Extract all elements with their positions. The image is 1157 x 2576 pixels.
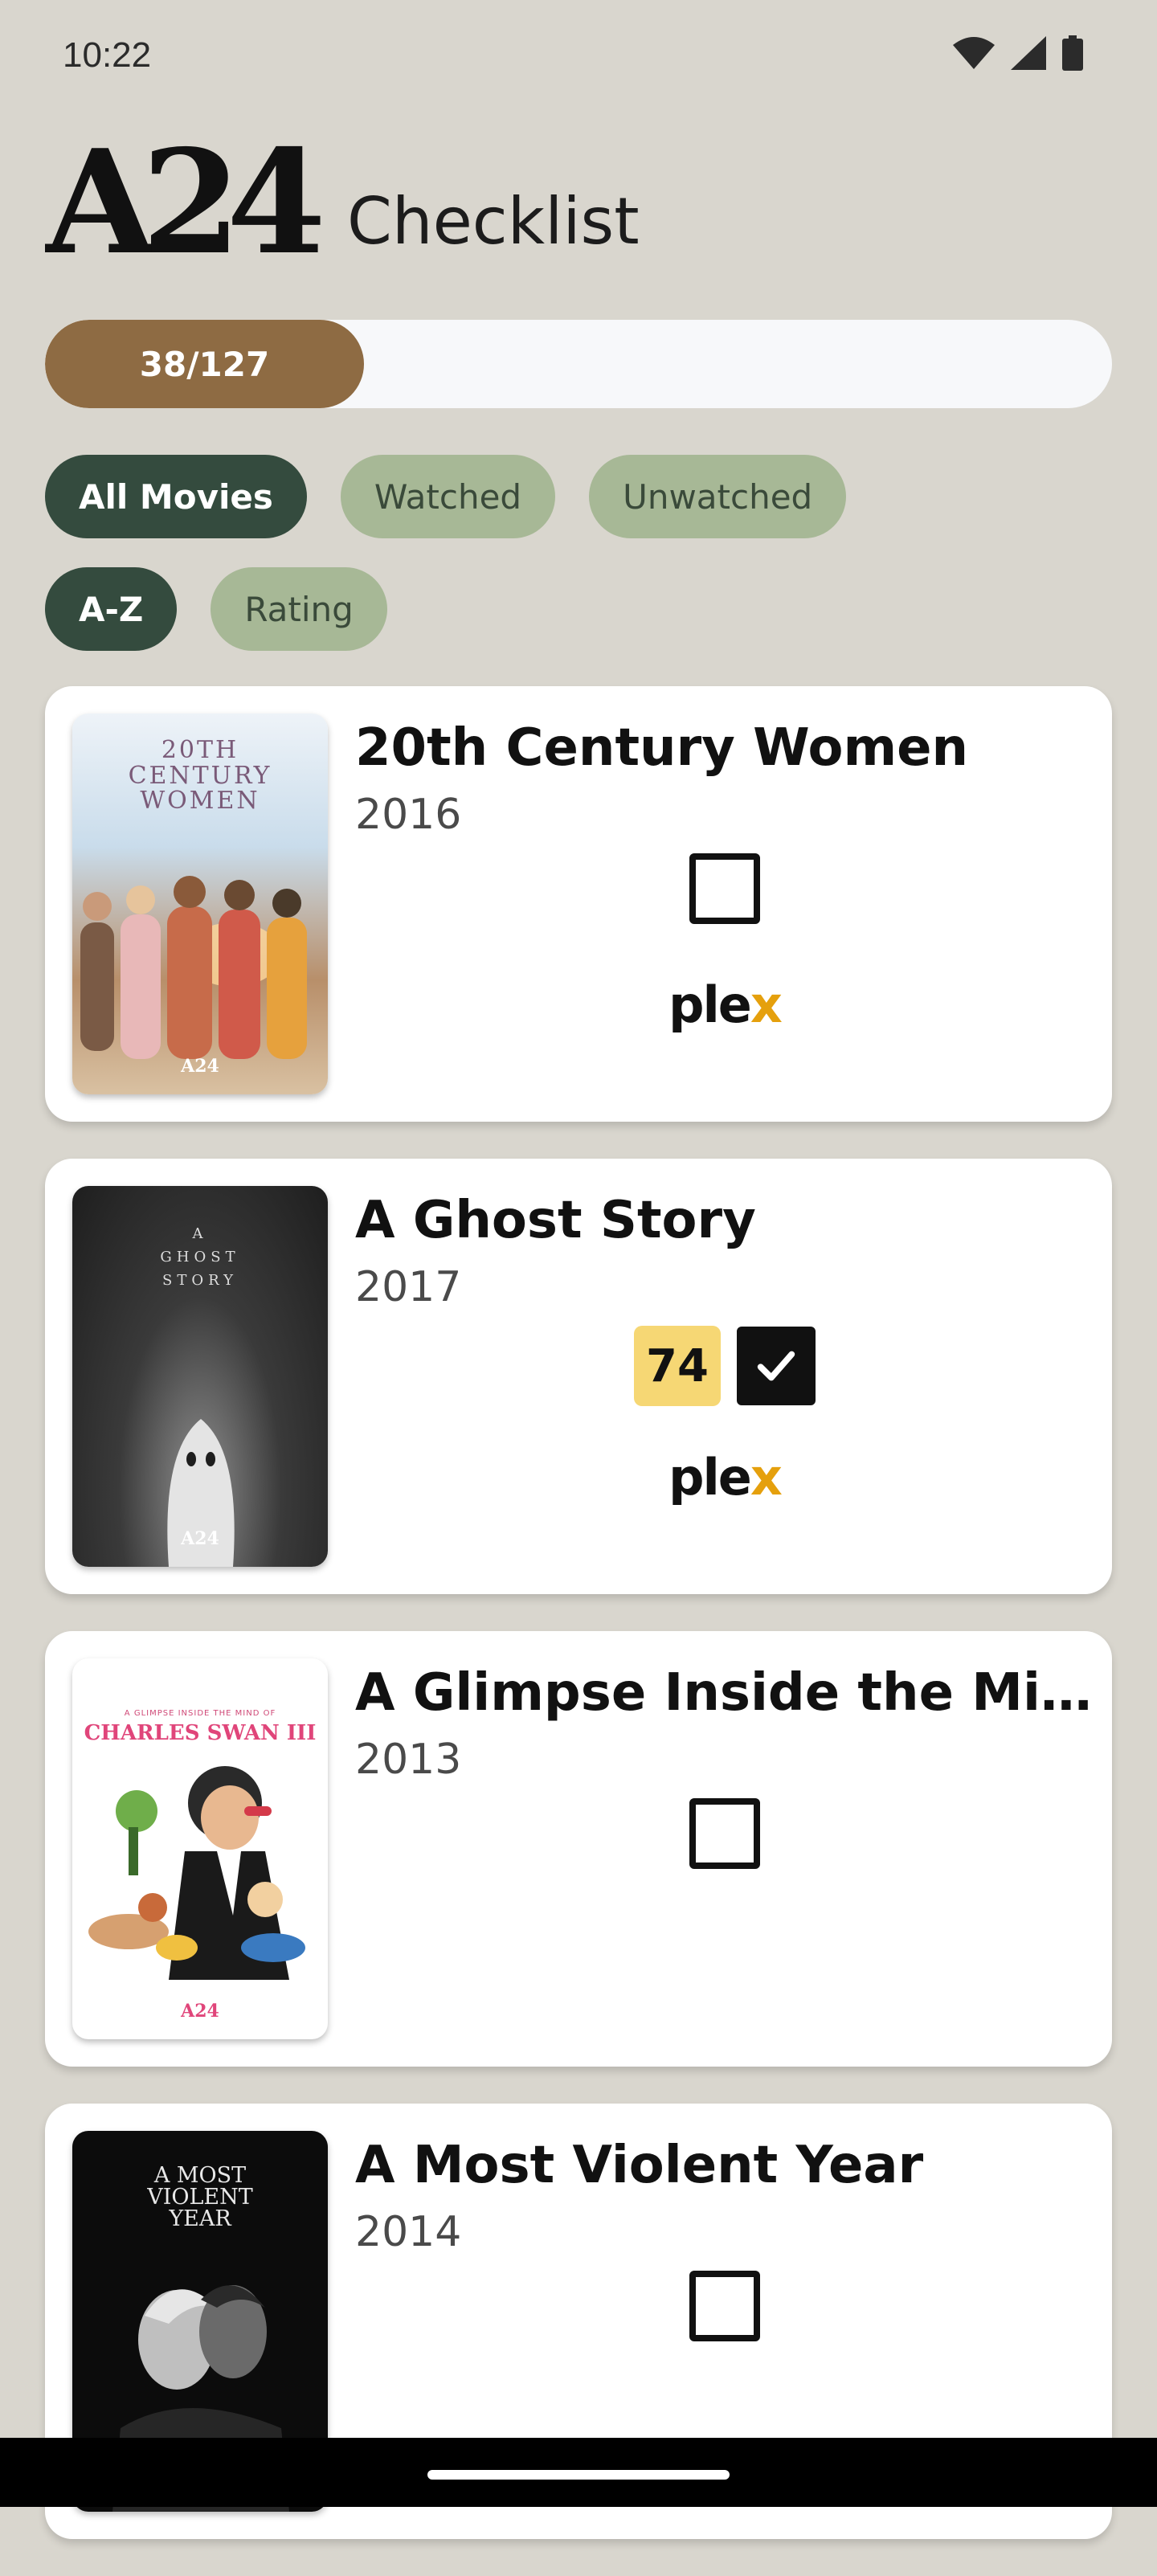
poster-brand: A24 [181,1056,219,1077]
movie-status [355,853,1094,924]
status-bar: 10:22 [0,0,1157,112]
progress-label: 38/127 [139,344,270,384]
status-time: 10:22 [63,35,152,75]
poster-title: A GHOST STORY [160,1225,240,1289]
movie-status: 74 [355,1326,1094,1406]
poster-illustration [88,1766,305,1980]
filter-chip-all-movies[interactable]: All Movies [45,455,307,538]
check-icon [757,1351,795,1381]
rating-badge: 74 [634,1326,721,1406]
a24-logo: A24 [45,140,331,260]
watch-progress-bar: 38/127 [45,320,1112,408]
battery-icon [1062,35,1083,74]
movie-year: 2014 [355,2208,462,2256]
poster-brand: A24 [181,2001,219,2022]
brand-text: A24 [45,140,321,260]
movie-card[interactable]: A GHOST STORY A24 A Ghost Story 2017 74 … [45,1159,1112,1594]
plex-text: plex [668,975,783,1034]
page-title: Checklist [347,184,640,259]
movie-poster: 20TH CENTURY WOMEN A24 [72,714,328,1094]
movie-poster: A GHOST STORY A24 [72,1186,328,1567]
movie-status [355,2271,1094,2341]
status-icons [953,35,1083,74]
signal-icon [1011,36,1046,73]
plex-text: plex [668,1448,783,1507]
poster-title: 20TH CENTURY WOMEN [128,736,272,815]
poster-kicker: A GLIMPSE INSIDE THE MIND OF [124,1709,276,1718]
movie-year: 2017 [355,1263,462,1311]
movie-year: 2016 [355,791,462,839]
movie-poster: A GLIMPSE INSIDE THE MIND OF CHARLES SWA… [72,1658,328,2039]
sort-chip-a-z[interactable]: A-Z [45,567,178,651]
watched-checkbox[interactable] [689,1798,760,1869]
plex-x-mark: x [750,1448,783,1507]
plex-x-mark: x [750,975,783,1034]
movie-status [355,1798,1094,1869]
app-header: A24 Checklist [45,132,640,260]
watched-checkbox[interactable] [737,1327,816,1405]
movie-title: A Ghost Story [355,1191,756,1250]
system-nav-bar [0,2438,1157,2507]
watched-checkbox[interactable] [689,2271,760,2341]
movie-card[interactable]: A GLIMPSE INSIDE THE MIND OF CHARLES SWA… [45,1631,1112,2067]
filter-chips: All Movies Watched Unwatched [45,455,847,538]
sort-chips: A-Z Rating [45,567,387,651]
poster-figures [80,876,307,1059]
wifi-icon [953,37,995,72]
movie-year: 2013 [355,1736,462,1784]
watch-progress-fill: 38/127 [45,320,364,408]
plex-logo[interactable]: plex [355,1448,1094,1507]
filter-chip-unwatched[interactable]: Unwatched [589,455,847,538]
movie-list: 20TH CENTURY WOMEN A24 20th Century Wome… [45,686,1112,2576]
poster-title: A MOST VIOLENT YEAR [147,2163,253,2231]
poster-brand: A24 [181,1528,219,1549]
filter-chip-watched[interactable]: Watched [340,455,556,538]
home-gesture-handle[interactable] [427,2470,730,2480]
watched-checkbox[interactable] [689,853,760,924]
movie-title: A Glimpse Inside the Min… [355,1663,1094,1723]
plex-logo[interactable]: plex [355,975,1094,1034]
sort-chip-rating[interactable]: Rating [211,567,387,651]
movie-card[interactable]: 20TH CENTURY WOMEN A24 20th Century Wome… [45,686,1112,1122]
movie-title: 20th Century Women [355,718,969,778]
movie-title: A Most Violent Year [355,2136,924,2195]
poster-title: CHARLES SWAN III [84,1721,317,1745]
